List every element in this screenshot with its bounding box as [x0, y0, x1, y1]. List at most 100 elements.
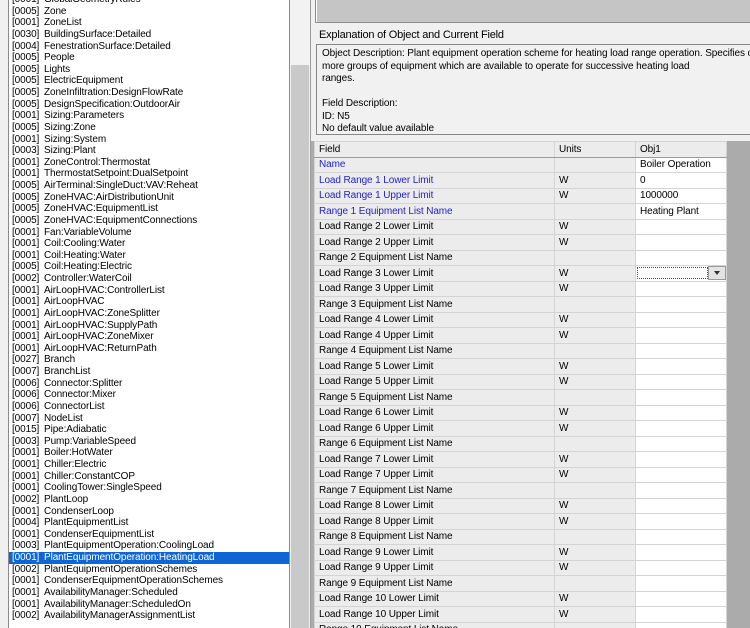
field-name-cell[interactable]: Range 3 Equipment List Name: [315, 297, 555, 313]
field-name-cell[interactable]: Load Range 3 Upper Limit: [315, 281, 555, 297]
class-list-item[interactable]: [0001]PlantEquipmentOperation:HeatingLoa…: [9, 552, 289, 564]
class-list-item[interactable]: [0005]AirTerminal:SingleDuct:VAV:Reheat: [9, 180, 289, 192]
field-name-cell[interactable]: Load Range 6 Upper Limit: [315, 421, 555, 437]
field-name-cell[interactable]: Load Range 9 Lower Limit: [315, 545, 555, 561]
value-cell[interactable]: [636, 359, 727, 375]
class-list-item[interactable]: [0005]ZoneHVAC:AirDistributionUnit: [9, 192, 289, 204]
class-list-item[interactable]: [0002]PlantEquipmentOperationSchemes: [9, 564, 289, 576]
combobox-dropdown-button[interactable]: [708, 266, 726, 280]
field-name-cell[interactable]: Load Range 8 Lower Limit: [315, 498, 555, 514]
value-cell[interactable]: 1000000: [636, 188, 727, 204]
value-cell[interactable]: [636, 421, 727, 437]
value-cell[interactable]: [636, 281, 727, 297]
class-list-item[interactable]: [0001]Boiler:HotWater: [9, 447, 289, 459]
class-list-item[interactable]: [0001]Chiller:Electric: [9, 459, 289, 471]
value-cell[interactable]: [636, 312, 727, 328]
value-cell[interactable]: [636, 483, 727, 499]
value-cell[interactable]: [636, 436, 727, 452]
class-list-item[interactable]: [0015]Pipe:Adiabatic: [9, 424, 289, 436]
field-name-cell[interactable]: Load Range 1 Upper Limit: [315, 188, 555, 204]
class-list-item[interactable]: [0001]Coil:Heating:Water: [9, 250, 289, 262]
class-list-item[interactable]: [0002]AvailabilityManagerAssignmentList: [9, 610, 289, 622]
field-name-cell[interactable]: Range 4 Equipment List Name: [315, 343, 555, 359]
class-list-item[interactable]: [0001]AvailabilityManager:Scheduled: [9, 587, 289, 599]
class-list-item[interactable]: [0005]Coil:Heating:Electric: [9, 261, 289, 273]
field-name-cell[interactable]: Load Range 7 Upper Limit: [315, 467, 555, 483]
class-list-item[interactable]: [0007]BranchList: [9, 366, 289, 378]
value-cell[interactable]: [636, 576, 727, 592]
class-list-item[interactable]: [0003]PlantEquipmentOperation:CoolingLoa…: [9, 540, 289, 552]
class-list-item[interactable]: [0001]CondenserEquipmentList: [9, 529, 289, 541]
class-list-item[interactable]: [0005]ZoneInfiltration:DesignFlowRate: [9, 87, 289, 99]
class-list-item[interactable]: [0001]Sizing:Parameters: [9, 110, 289, 122]
field-name-cell[interactable]: Load Range 9 Upper Limit: [315, 560, 555, 576]
value-cell[interactable]: [636, 219, 727, 235]
value-cell[interactable]: [636, 529, 727, 545]
class-list-item[interactable]: [0004]FenestrationSurface:Detailed: [9, 41, 289, 53]
class-list-item[interactable]: [0001]Chiller:ConstantCOP: [9, 471, 289, 483]
class-list-item[interactable]: [0001]AirLoopHVAC:ReturnPath: [9, 343, 289, 355]
field-name-cell[interactable]: Load Range 6 Lower Limit: [315, 405, 555, 421]
class-list[interactable]: [0001]GlobalGeometryRules[0005]Zone[0001…: [8, 0, 290, 628]
field-name-cell[interactable]: Name: [315, 157, 555, 173]
class-list-item[interactable]: [0005]Lights: [9, 64, 289, 76]
value-cell[interactable]: [636, 514, 727, 530]
class-list-item[interactable]: [0030]BuildingSurface:Detailed: [9, 29, 289, 41]
class-list-item[interactable]: [0001]Fan:VariableVolume: [9, 227, 289, 239]
field-name-cell[interactable]: Range 10 Equipment List Name: [315, 622, 555, 628]
class-list-item[interactable]: [0006]ConnectorList: [9, 401, 289, 413]
class-list-item[interactable]: [0001]Coil:Cooling:Water: [9, 238, 289, 250]
value-cell[interactable]: [636, 560, 727, 576]
value-cell[interactable]: [636, 235, 727, 251]
field-name-cell[interactable]: Load Range 5 Upper Limit: [315, 374, 555, 390]
value-cell[interactable]: [636, 266, 727, 282]
class-list-item[interactable]: [0001]AvailabilityManager:ScheduledOn: [9, 599, 289, 611]
field-name-cell[interactable]: Range 8 Equipment List Name: [315, 529, 555, 545]
field-name-cell[interactable]: Load Range 5 Lower Limit: [315, 359, 555, 375]
field-name-cell[interactable]: Range 9 Equipment List Name: [315, 576, 555, 592]
value-cell[interactable]: [636, 607, 727, 623]
class-list-item[interactable]: [0003]Sizing:Plant: [9, 145, 289, 157]
class-list-item[interactable]: [0027]Branch: [9, 354, 289, 366]
combobox-text[interactable]: [637, 267, 708, 279]
value-cell[interactable]: 0: [636, 173, 727, 189]
class-list-item[interactable]: [0001]AirLoopHVAC:ZoneMixer: [9, 331, 289, 343]
class-list-item[interactable]: [0001]AirLoopHVAC:SupplyPath: [9, 320, 289, 332]
field-name-cell[interactable]: Range 2 Equipment List Name: [315, 250, 555, 266]
field-name-cell[interactable]: Range 6 Equipment List Name: [315, 436, 555, 452]
value-cell[interactable]: [636, 390, 727, 406]
scrollbar-thumb[interactable]: [291, 65, 309, 628]
field-name-cell[interactable]: Load Range 1 Lower Limit: [315, 173, 555, 189]
value-cell[interactable]: [636, 250, 727, 266]
class-list-item[interactable]: [0001]ZoneControl:Thermostat: [9, 157, 289, 169]
class-list-item[interactable]: [0005]ZoneHVAC:EquipmentList: [9, 203, 289, 215]
class-list-item[interactable]: [0001]CoolingTower:SingleSpeed: [9, 482, 289, 494]
class-list-item[interactable]: [0005]Zone: [9, 6, 289, 18]
class-list-item[interactable]: [0006]Connector:Splitter: [9, 378, 289, 390]
class-list-item[interactable]: [0007]NodeList: [9, 413, 289, 425]
field-name-cell[interactable]: Load Range 4 Lower Limit: [315, 312, 555, 328]
class-list-item[interactable]: [0002]PlantLoop: [9, 494, 289, 506]
value-cell[interactable]: [636, 297, 727, 313]
field-name-cell[interactable]: Load Range 10 Lower Limit: [315, 591, 555, 607]
value-cell[interactable]: [636, 405, 727, 421]
field-name-cell[interactable]: Load Range 10 Upper Limit: [315, 607, 555, 623]
class-list-item[interactable]: [0005]ElectricEquipment: [9, 75, 289, 87]
value-combobox[interactable]: [636, 266, 726, 280]
class-list-item[interactable]: [0001]Sizing:System: [9, 134, 289, 146]
value-cell[interactable]: [636, 343, 727, 359]
class-list-item[interactable]: [0001]AirLoopHVAC: [9, 296, 289, 308]
value-cell[interactable]: [636, 545, 727, 561]
field-grid[interactable]: FieldUnitsObj1 NameBoiler OperationLoad …: [314, 141, 727, 628]
field-name-cell[interactable]: Range 5 Equipment List Name: [315, 390, 555, 406]
value-cell[interactable]: [636, 374, 727, 390]
class-list-item[interactable]: [0001]AirLoopHVAC:ControllerList: [9, 285, 289, 297]
class-list-scrollbar[interactable]: [290, 0, 310, 628]
value-cell[interactable]: [636, 452, 727, 468]
class-list-item[interactable]: [0001]ZoneList: [9, 17, 289, 29]
class-list-item[interactable]: [0005]ZoneHVAC:EquipmentConnections: [9, 215, 289, 227]
value-cell[interactable]: [636, 467, 727, 483]
field-name-cell[interactable]: Range 1 Equipment List Name: [315, 204, 555, 220]
class-list-item[interactable]: [0005]People: [9, 52, 289, 64]
value-cell[interactable]: Boiler Operation: [636, 157, 727, 173]
